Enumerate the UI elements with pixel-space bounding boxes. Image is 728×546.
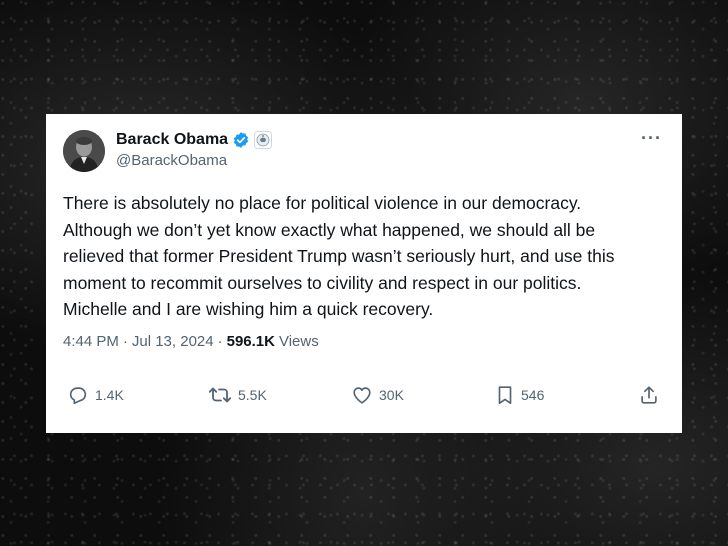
- bookmark-button[interactable]: 546: [495, 384, 544, 406]
- reply-button[interactable]: 1.4K: [67, 384, 124, 406]
- tweet-text-line: relieved that former President Trump was…: [63, 246, 615, 266]
- tweet-date[interactable]: Jul 13, 2024: [132, 333, 214, 350]
- tweet-text-line: Michelle and I are wishing him a quick r…: [63, 299, 434, 319]
- retweet-icon: [208, 387, 232, 403]
- more-options-icon[interactable]: ···: [641, 128, 662, 149]
- share-button[interactable]: [638, 384, 660, 406]
- retweet-count: 5.5K: [238, 387, 267, 403]
- meta-separator: ·: [217, 333, 223, 350]
- views-count[interactable]: 596.1K: [227, 333, 275, 350]
- bookmark-count: 546: [521, 387, 545, 403]
- tweet-text-line: moment to recommit ourselves to civility…: [63, 272, 582, 293]
- tweet-text-line: Although we don’t yet know exactly what …: [63, 219, 596, 240]
- government-affiliation-icon[interactable]: [254, 131, 273, 149]
- tweet-time[interactable]: 4:44 PM: [63, 333, 119, 350]
- share-icon: [641, 386, 657, 404]
- meta-separator: ·: [122, 333, 128, 350]
- tweet-text-line: There is absolutely no place for politic…: [63, 193, 582, 213]
- action-bar: 1.4K 5.5K 30K 546: [63, 384, 660, 408]
- verified-badge-icon: [232, 131, 250, 149]
- author-name[interactable]: Barack Obama: [116, 131, 228, 149]
- tweet-card: Barack Obama @BarackObama ··· There is a…: [46, 114, 682, 433]
- reply-icon: [69, 387, 87, 405]
- author-handle[interactable]: @BarackObama: [116, 152, 227, 169]
- tweet-text: There is absolutely no place for politic…: [63, 190, 663, 323]
- like-count: 30K: [379, 387, 404, 403]
- heart-icon: [353, 387, 371, 404]
- bookmark-icon: [498, 386, 512, 405]
- author-row: Barack Obama: [116, 130, 273, 150]
- like-button[interactable]: 30K: [351, 384, 404, 406]
- tweet-meta: 4:44 PM · Jul 13, 2024 · 596.1K Views: [63, 333, 319, 350]
- retweet-button[interactable]: 5.5K: [208, 384, 267, 406]
- avatar[interactable]: [63, 130, 105, 172]
- reply-count: 1.4K: [95, 387, 124, 403]
- avatar-photo-icon: [63, 130, 105, 172]
- views-label: Views: [278, 333, 319, 350]
